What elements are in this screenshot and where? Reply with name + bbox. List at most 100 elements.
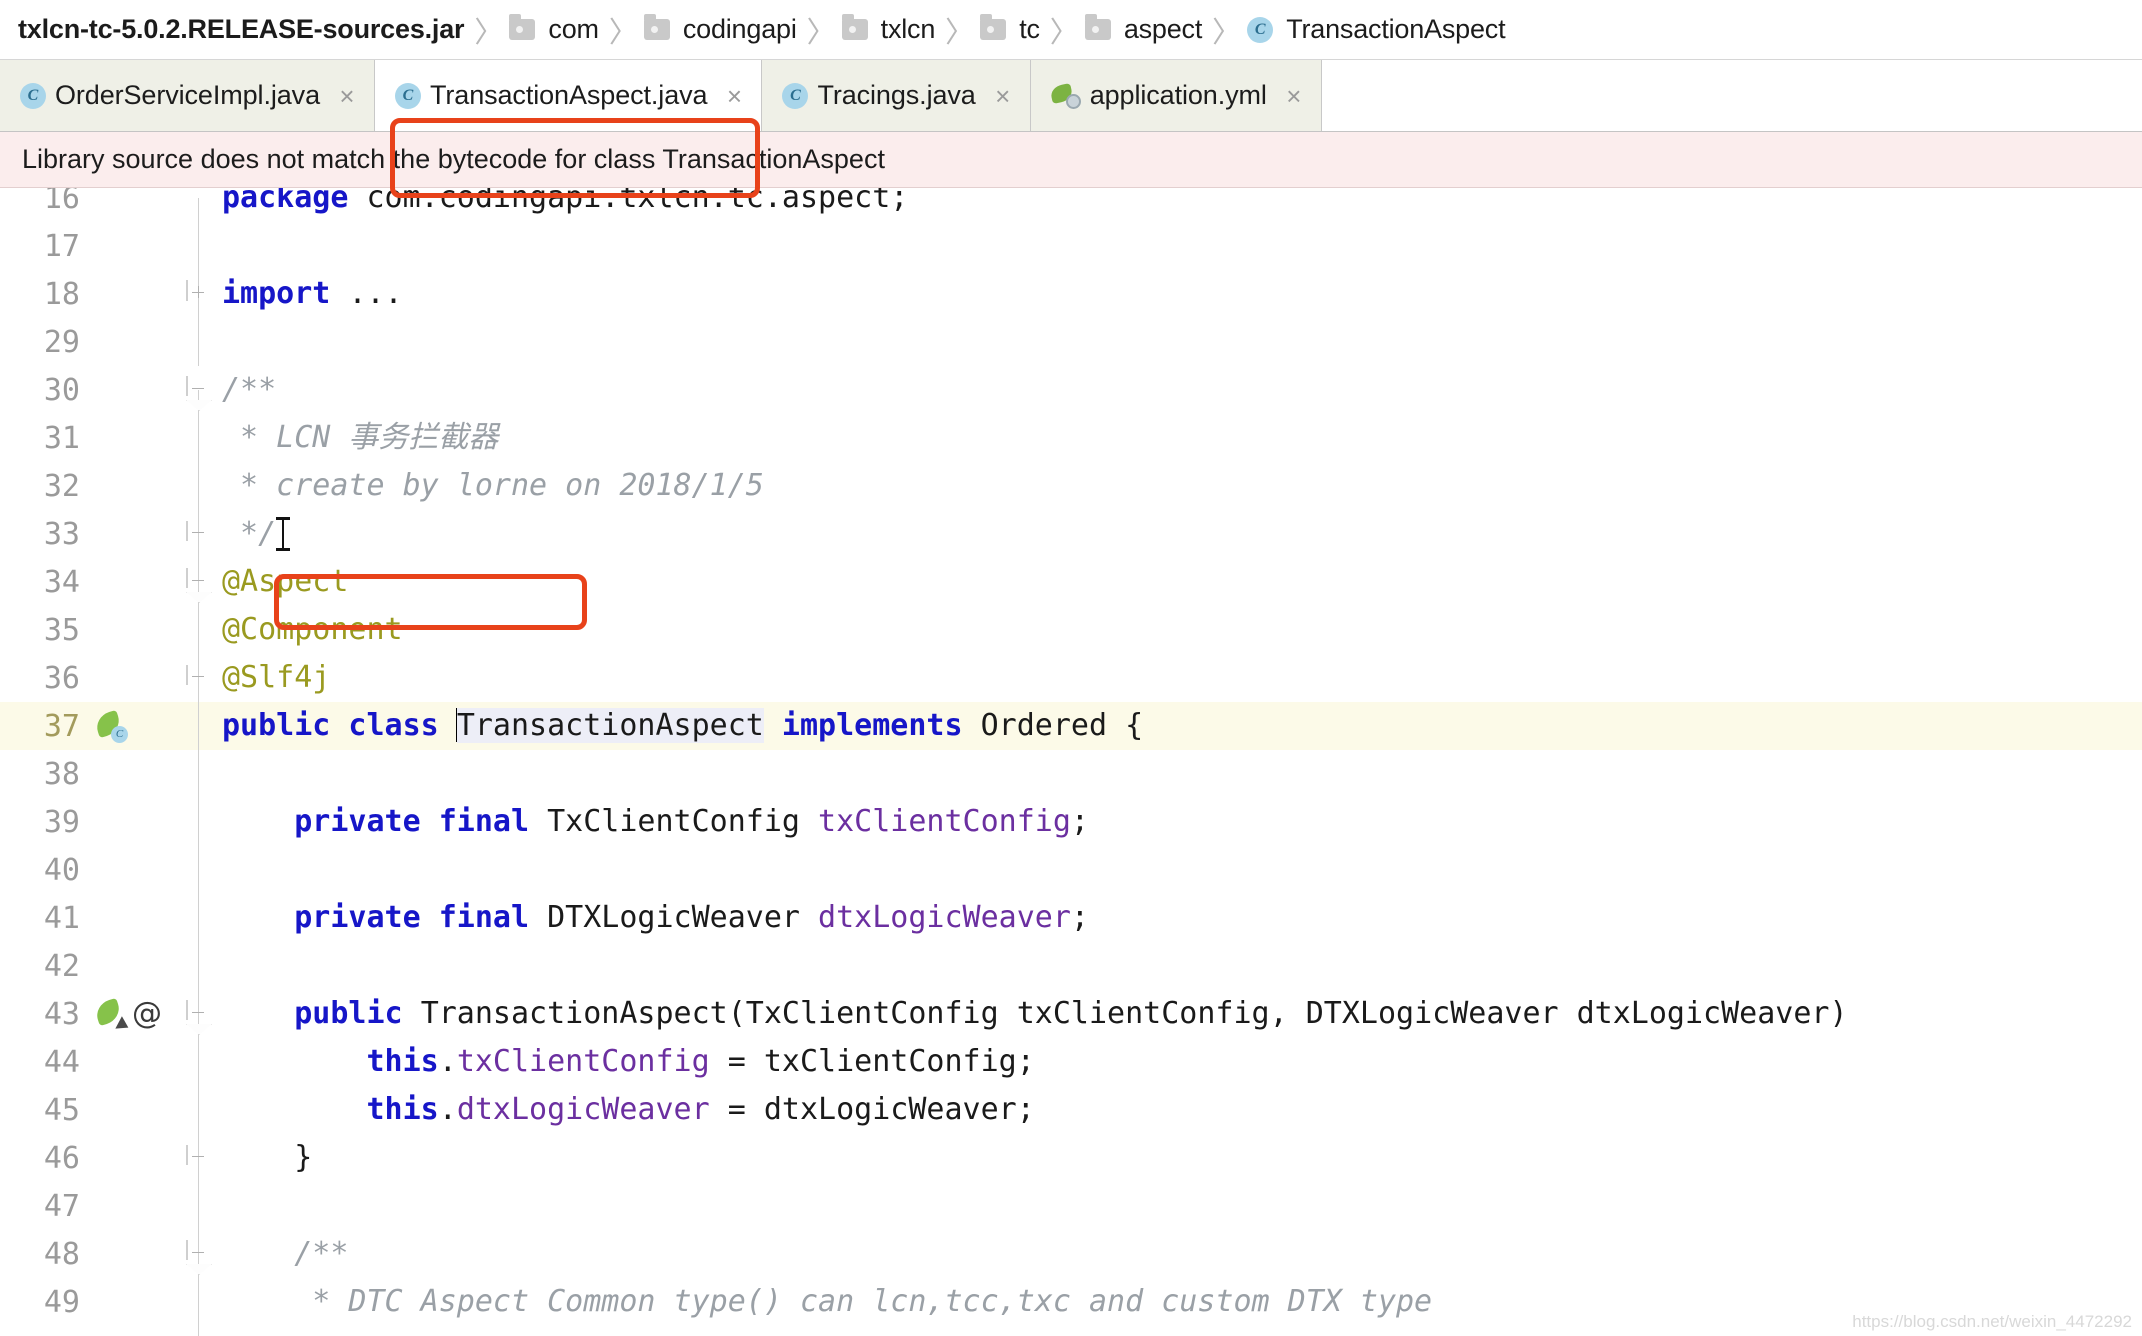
editor-gutter[interactable]: 37 C: [0, 702, 200, 750]
editor-gutter[interactable]: 35: [0, 606, 200, 654]
editor-gutter[interactable]: 32: [0, 462, 200, 510]
close-icon[interactable]: ×: [992, 83, 1014, 109]
code-editor[interactable]: 16 package com.codingapi.txlcn.tc.aspect;…: [0, 188, 2142, 1336]
annotation-at-icon[interactable]: @: [132, 999, 162, 1029]
spring-bean-autowired-icon[interactable]: [93, 997, 132, 1034]
editor-gutter[interactable]: 42: [0, 942, 200, 990]
close-icon[interactable]: ×: [336, 83, 358, 109]
code-line[interactable]: 42: [0, 942, 2142, 990]
code-line[interactable]: 46 }: [0, 1134, 2142, 1182]
code-line[interactable]: 50 */: [0, 1326, 2142, 1336]
editor-gutter[interactable]: 29: [0, 318, 200, 366]
code-token: DTXLogicWeaver: [547, 900, 819, 935]
breadcrumb-item-com[interactable]: com: [509, 0, 602, 59]
editor-gutter[interactable]: 45: [0, 1086, 200, 1134]
editor-gutter[interactable]: 33: [0, 510, 200, 558]
code-fold-start-icon[interactable]: [186, 1240, 212, 1267]
code-line[interactable]: 47: [0, 1182, 2142, 1230]
code-token: ;: [1070, 900, 1089, 935]
code-line[interactable]: 44 this.txClientConfig = txClientConfig;: [0, 1038, 2142, 1086]
code-fold-start-icon[interactable]: [186, 376, 212, 403]
code-line[interactable]: 40: [0, 846, 2142, 894]
code-line[interactable]: 38: [0, 750, 2142, 798]
java-class-icon: C: [782, 82, 809, 109]
code-line[interactable]: 37 Cpublic class TransactionAspect implem…: [0, 702, 2142, 750]
editor-gutter[interactable]: 38: [0, 750, 200, 798]
line-number: 17: [43, 228, 80, 264]
editor-gutter[interactable]: 50: [0, 1326, 200, 1336]
breadcrumb-item-codingapi[interactable]: codingapi: [643, 0, 801, 59]
close-icon[interactable]: ×: [1283, 83, 1305, 109]
code-fold-end-icon[interactable]: [186, 521, 212, 547]
code-line-text: package com.codingapi.txlcn.tc.aspect;: [200, 188, 908, 222]
editor-gutter[interactable]: 31: [0, 414, 200, 462]
code-line[interactable]: 16 package com.codingapi.txlcn.tc.aspect;: [0, 188, 2142, 222]
folder-icon: [643, 14, 670, 40]
breadcrumb: txlcn-tc-5.0.2.RELEASE-sources.jar 〉 com 〉 c…: [0, 0, 2142, 60]
code-line[interactable]: 35 @Component: [0, 606, 2142, 654]
editor-gutter[interactable]: 36: [0, 654, 200, 702]
code-line[interactable]: 18 import ...: [0, 270, 2142, 318]
code-fold-end-icon[interactable]: [186, 665, 212, 691]
breadcrumb-item-label: txlcn-tc-5.0.2.RELEASE-sources.jar: [18, 14, 465, 44]
code-line[interactable]: 34 @Aspect: [0, 558, 2142, 606]
line-number: 35: [43, 612, 80, 648]
editor-gutter[interactable]: 34: [0, 558, 200, 606]
editor-tab-label: TransactionAspect.java: [430, 80, 708, 110]
editor-gutter[interactable]: 17: [0, 222, 200, 270]
editor-gutter[interactable]: 49: [0, 1278, 200, 1326]
breadcrumb-item-transactionaspect[interactable]: C TransactionAspect: [1247, 0, 1509, 59]
editor-tab-application-yml[interactable]: application.yml ×: [1030, 60, 1322, 131]
code-token: this: [222, 1092, 439, 1127]
code-fold-start-icon[interactable]: [186, 1000, 212, 1027]
code-token: @Slf4j: [222, 660, 331, 695]
code-line[interactable]: 29: [0, 318, 2142, 366]
close-icon[interactable]: ×: [723, 83, 745, 109]
code-line[interactable]: 33 */: [0, 510, 2142, 558]
editor-gutter[interactable]: 41: [0, 894, 200, 942]
line-number: 36: [43, 660, 80, 696]
code-line-text: */: [200, 510, 291, 558]
code-line[interactable]: 49 * DTC Aspect Common type() can lcn,tc…: [0, 1278, 2142, 1326]
breadcrumb-item-txlcn[interactable]: txlcn: [841, 0, 940, 59]
code-fold-end-icon[interactable]: [186, 1145, 212, 1171]
editor-tab-transactionaspect-java[interactable]: C TransactionAspect.java ×: [375, 60, 763, 131]
editor-gutter[interactable]: 18: [0, 270, 200, 318]
code-fold-start-icon[interactable]: [186, 568, 212, 595]
editor-gutter[interactable]: 44: [0, 1038, 200, 1086]
code-line-text: * DTC Aspect Common type() can lcn,tcc,t…: [200, 1278, 1432, 1326]
editor-gutter[interactable]: 16: [0, 188, 200, 222]
code-token: implements: [781, 708, 963, 743]
line-number: 29: [43, 324, 80, 360]
code-line-text: }: [200, 1134, 312, 1182]
java-class-icon: C: [1247, 16, 1274, 43]
editor-gutter[interactable]: 30: [0, 366, 200, 414]
code-token: dtxLogicWeaver: [456, 1092, 710, 1127]
code-line[interactable]: 30 /**: [0, 366, 2142, 414]
code-line[interactable]: 45 this.dtxLogicWeaver = dtxLogicWeaver;: [0, 1086, 2142, 1134]
breadcrumb-item-tc[interactable]: tc: [980, 0, 1044, 59]
code-token: private final: [222, 804, 548, 839]
code-line[interactable]: 31 * LCN 事务拦截器: [0, 414, 2142, 462]
code-line[interactable]: 48 /**: [0, 1230, 2142, 1278]
editor-gutter[interactable]: 39: [0, 798, 200, 846]
editor-gutter[interactable]: 48: [0, 1230, 200, 1278]
editor-tab-label: Tracings.java: [817, 80, 976, 110]
code-line[interactable]: 36 @Slf4j: [0, 654, 2142, 702]
code-line[interactable]: 43 @ public TransactionAspect(TxClientCon…: [0, 990, 2142, 1038]
editor-gutter[interactable]: 40: [0, 846, 200, 894]
breadcrumb-item-txlcn-tc-5-0-2-release-sources-jar[interactable]: txlcn-tc-5.0.2.RELEASE-sources.jar: [14, 0, 468, 59]
code-line[interactable]: 32 * create by lorne on 2018/1/5: [0, 462, 2142, 510]
editor-gutter[interactable]: 43 @: [0, 990, 200, 1038]
code-line[interactable]: 17: [0, 222, 2142, 270]
spring-bean-icon[interactable]: C: [93, 709, 128, 743]
editor-gutter[interactable]: 46: [0, 1134, 200, 1182]
editor-gutter[interactable]: 47: [0, 1182, 200, 1230]
editor-tab-orderserviceimpl-java[interactable]: C OrderServiceImpl.java ×: [0, 60, 375, 131]
breadcrumb-item-aspect[interactable]: aspect: [1084, 0, 1206, 59]
code-line[interactable]: 41 private final DTXLogicWeaver dtxLogic…: [0, 894, 2142, 942]
editor-tab-tracings-java[interactable]: C Tracings.java ×: [762, 60, 1031, 131]
code-line[interactable]: 39 private final TxClientConfig txClient…: [0, 798, 2142, 846]
line-number: 39: [43, 804, 80, 840]
code-fold-plus-icon[interactable]: [186, 280, 212, 307]
